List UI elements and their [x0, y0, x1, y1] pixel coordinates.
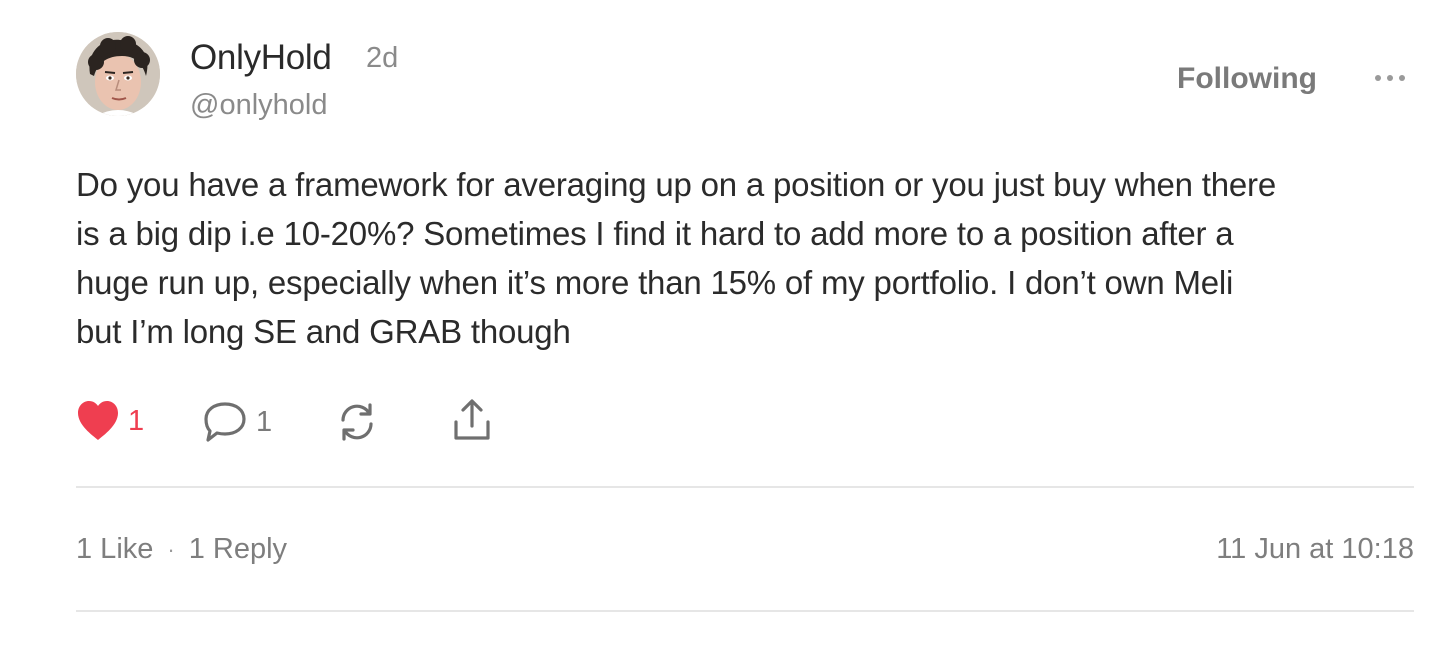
- post-line: huge run up, especially when it’s more t…: [76, 264, 1234, 301]
- post-body: Do you have a framework for averaging up…: [76, 160, 1428, 356]
- reply-button[interactable]: 1: [202, 400, 272, 444]
- avatar[interactable]: [76, 32, 160, 116]
- comment-icon: [204, 402, 246, 442]
- engagement-summary: 1 Like · 1 Reply: [76, 533, 287, 566]
- heart-icon: [78, 401, 118, 440]
- post-line: Do you have a framework for averaging up…: [76, 166, 1276, 203]
- dot-separator: ·: [167, 537, 175, 563]
- repost-icon: [341, 403, 373, 441]
- divider: [76, 486, 1414, 488]
- author-name[interactable]: OnlyHold: [190, 38, 332, 78]
- author-handle[interactable]: @onlyhold: [190, 89, 327, 122]
- likes-link[interactable]: 1 Like: [76, 533, 153, 565]
- like-button[interactable]: 1: [76, 400, 144, 442]
- share-button[interactable]: [450, 398, 494, 442]
- post-line: is a big dip i.e 10-20%? Sometimes I fin…: [76, 215, 1234, 252]
- restack-button[interactable]: [335, 400, 379, 444]
- like-count: 1: [128, 404, 145, 437]
- post-age: 2d: [366, 42, 399, 74]
- action-bar: 1 1: [0, 396, 1456, 450]
- more-horizontal-icon[interactable]: [1372, 66, 1408, 90]
- following-button[interactable]: Following: [1177, 62, 1317, 96]
- timestamp: 11 Jun at 10:18: [1216, 533, 1414, 565]
- avatar-illustration: [76, 32, 160, 116]
- replies-link[interactable]: 1 Reply: [189, 533, 287, 565]
- divider: [76, 610, 1414, 612]
- post-line: but I’m long SE and GRAB though: [76, 313, 571, 350]
- reply-count: 1: [256, 405, 273, 438]
- share-icon: [454, 399, 490, 440]
